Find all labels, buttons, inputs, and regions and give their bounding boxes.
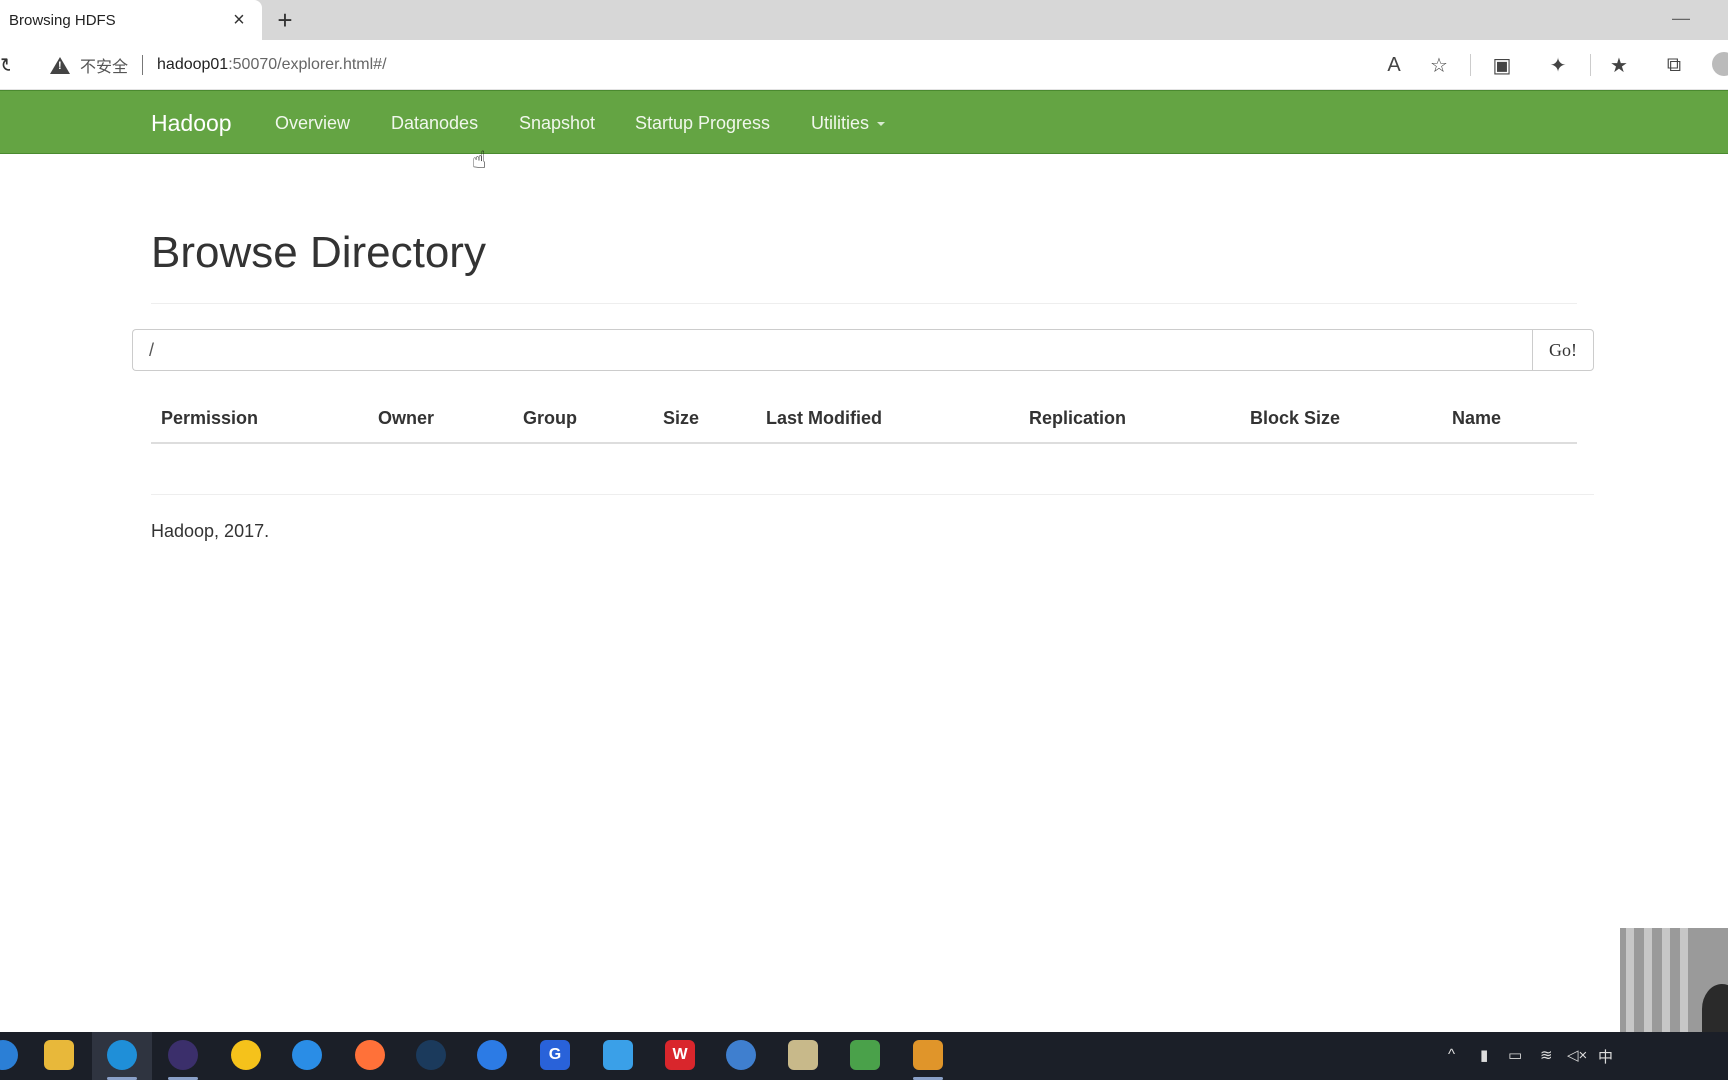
ime-indicator[interactable]: 中 xyxy=(1598,1046,1613,1067)
hand-cursor-icon: ☝ xyxy=(472,147,487,174)
url-host: hadoop01 xyxy=(157,56,229,73)
add-favorite-icon[interactable]: ☆ xyxy=(1426,52,1452,78)
column-owner[interactable]: Owner xyxy=(378,408,434,429)
brand-link[interactable]: Hadoop xyxy=(151,110,232,137)
file-explorer-icon[interactable] xyxy=(44,1040,74,1070)
firefox-icon[interactable] xyxy=(355,1040,385,1070)
table-header: Permission Owner Group Size Last Modifie… xyxy=(151,400,1577,444)
minimize-icon[interactable]: — xyxy=(1670,8,1692,30)
footer-divider xyxy=(151,494,1594,495)
collections-icon[interactable]: ▣ xyxy=(1489,52,1515,78)
go-button[interactable]: Go! xyxy=(1532,329,1594,371)
chevron-up-icon[interactable]: ^ xyxy=(1448,1046,1455,1063)
volume-muted-icon[interactable]: ◁× xyxy=(1567,1046,1587,1064)
hadoop-navbar: Hadoop Overview Datanodes Snapshot Start… xyxy=(0,90,1728,154)
battery-icon[interactable]: ▭ xyxy=(1508,1046,1522,1064)
directory-path-input[interactable] xyxy=(132,329,1532,371)
nav-datanodes[interactable]: Datanodes xyxy=(391,113,478,134)
address-separator xyxy=(142,55,144,75)
new-tab-icon[interactable]: + xyxy=(272,7,298,33)
webcam-overlay xyxy=(1620,928,1728,1032)
extensions-icon[interactable]: ✦ xyxy=(1545,52,1571,78)
toolbar-separator xyxy=(1590,54,1591,76)
toolbar-separator xyxy=(1470,54,1471,76)
qq-browser-icon[interactable] xyxy=(292,1040,322,1070)
favorites-icon[interactable]: ★ xyxy=(1606,52,1632,78)
sogou-icon[interactable] xyxy=(477,1040,507,1070)
wps-icon[interactable]: W xyxy=(665,1040,695,1070)
column-group[interactable]: Group xyxy=(523,408,577,429)
tab-browsing-hdfs[interactable]: Browsing HDFS × xyxy=(0,0,262,40)
close-icon[interactable]: × xyxy=(228,9,250,31)
curtain-stripe xyxy=(1626,928,1634,1032)
chevron-down-icon xyxy=(877,122,886,127)
control-panel-icon[interactable] xyxy=(788,1040,818,1070)
edge-icon[interactable] xyxy=(107,1040,137,1070)
wifi-icon[interactable]: ≋ xyxy=(1540,1046,1553,1064)
column-name[interactable]: Name xyxy=(1452,408,1501,429)
nav-overview[interactable]: Overview xyxy=(275,113,350,134)
curtain-stripe xyxy=(1680,928,1688,1032)
curtain-stripe xyxy=(1644,928,1652,1032)
nav-utilities-label: Utilities xyxy=(811,113,870,133)
column-block-size[interactable]: Block Size xyxy=(1250,408,1340,429)
path-input-group: Go! xyxy=(132,329,1594,371)
g-app-icon[interactable]: G xyxy=(540,1040,570,1070)
title-divider xyxy=(151,303,1577,304)
vpn-globe-icon[interactable] xyxy=(726,1040,756,1070)
tab-title: Browsing HDFS xyxy=(9,11,116,29)
nav-snapshot[interactable]: Snapshot xyxy=(519,113,595,134)
webcam-person xyxy=(1702,984,1728,1032)
snip-tool-icon[interactable] xyxy=(603,1040,633,1070)
security-status[interactable]: 不安全 xyxy=(80,53,128,77)
reload-icon[interactable]: ↻ xyxy=(0,53,10,78)
column-last-modified[interactable]: Last Modified xyxy=(766,408,882,429)
microphone-icon[interactable]: ▮ xyxy=(1480,1046,1488,1064)
footer-text: Hadoop, 2017. xyxy=(151,521,270,541)
spreadsheet-icon[interactable] xyxy=(850,1040,880,1070)
nav-utilities[interactable]: Utilities xyxy=(811,113,886,134)
column-permission[interactable]: Permission xyxy=(161,408,258,429)
url-path: :50070/explorer.html#/ xyxy=(228,56,387,73)
page-title: Browse Directory xyxy=(151,228,486,277)
read-aloud-icon[interactable]: A xyxy=(1381,52,1407,78)
split-screen-icon[interactable]: ⧉ xyxy=(1661,52,1687,78)
steam-icon[interactable] xyxy=(416,1040,446,1070)
address-bar[interactable]: 不安全 hadoop01:50070/explorer.html#/ xyxy=(28,46,1468,84)
kuwo-icon[interactable] xyxy=(231,1040,261,1070)
warning-icon[interactable] xyxy=(50,56,70,74)
vm-icon[interactable] xyxy=(913,1040,943,1070)
column-replication[interactable]: Replication xyxy=(1029,408,1126,429)
column-size[interactable]: Size xyxy=(663,408,699,429)
nav-startup-progress[interactable]: Startup Progress xyxy=(635,113,770,134)
eclipse-icon[interactable] xyxy=(168,1040,198,1070)
curtain-stripe xyxy=(1662,928,1670,1032)
